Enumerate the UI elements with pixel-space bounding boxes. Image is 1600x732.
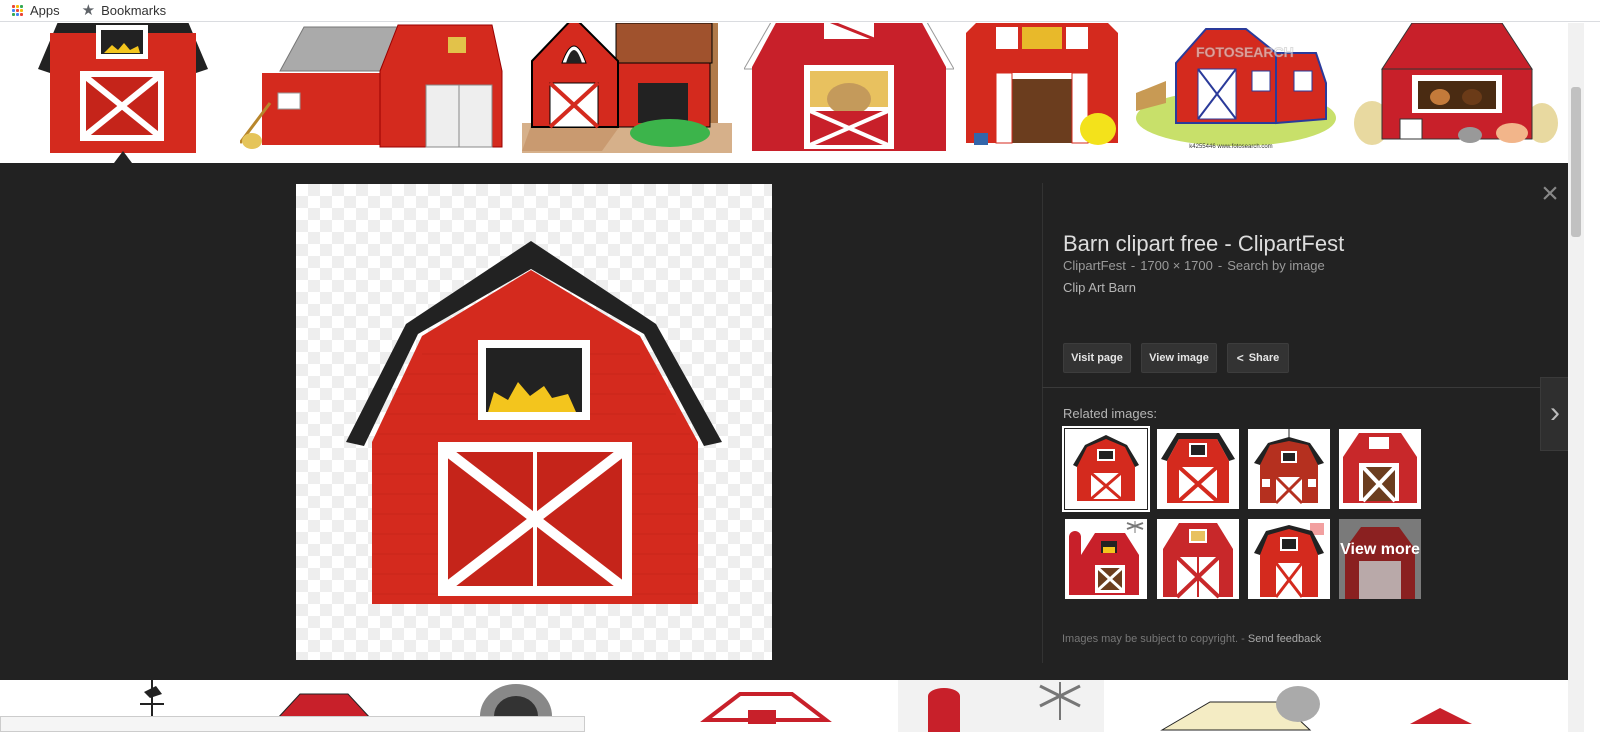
- related-image[interactable]: [1065, 519, 1147, 599]
- related-image[interactable]: [1062, 426, 1150, 512]
- share-label: Share: [1248, 352, 1280, 364]
- visit-page-button[interactable]: Visit page: [1063, 343, 1131, 373]
- status-url-bar: [0, 716, 585, 732]
- bookmarks-label: Bookmarks: [101, 3, 167, 18]
- results-strip-top: FOTOSEARCH k4255446 www.fotosearch.com: [0, 23, 1568, 163]
- svg-text:k4255446 www.fotosearch.com: k4255446 www.fotosearch.com: [1189, 144, 1272, 150]
- section-divider: [1042, 387, 1552, 388]
- apps-bookmark[interactable]: Apps: [12, 3, 60, 18]
- view-image-button[interactable]: View image: [1141, 343, 1217, 373]
- result-thumbnail[interactable]: [240, 23, 508, 153]
- apps-grid-icon: [12, 4, 24, 17]
- related-barn-image: [1161, 433, 1235, 503]
- result-thumbnail[interactable]: [1352, 23, 1562, 153]
- close-icon[interactable]: ×: [1536, 179, 1564, 209]
- related-barn-image: [1254, 429, 1324, 505]
- barn-with-shed-image: [240, 24, 503, 149]
- image-subtitle: Clip Art Barn: [1063, 280, 1136, 295]
- related-image[interactable]: [1248, 519, 1330, 599]
- bookmarks-folder[interactable]: ★ Bookmarks: [82, 3, 166, 18]
- result-thumbnail[interactable]: [522, 23, 732, 153]
- barn-with-animals-image: [1354, 23, 1558, 145]
- related-image[interactable]: [1157, 519, 1239, 599]
- selected-indicator: [114, 151, 132, 163]
- preview-image[interactable]: [296, 184, 772, 660]
- bookmarks-bar: Apps ★ Bookmarks: [0, 0, 1600, 22]
- copyright-text: Images may be subject to copyright.: [1062, 633, 1239, 645]
- separator: -: [1241, 633, 1248, 645]
- share-button[interactable]: < Share: [1227, 343, 1289, 373]
- chevron-right-icon[interactable]: ›: [1540, 377, 1570, 451]
- share-icon: <: [1236, 351, 1244, 365]
- weathervane-thumbnail: [140, 680, 164, 720]
- page-scrollbar[interactable]: [1568, 23, 1584, 732]
- result-thumbnail[interactable]: [966, 23, 1118, 153]
- result-thumbnail[interactable]: [744, 23, 954, 153]
- scrollbar-thumb[interactable]: [1571, 87, 1581, 237]
- barn-with-horse-image: [744, 23, 954, 151]
- copyright-notice: Images may be subject to copyright. - Se…: [1062, 633, 1321, 645]
- separator: -: [1130, 258, 1136, 273]
- image-detail-panel: × Barn clipart free - ClipartFest Clipar…: [0, 163, 1570, 680]
- related-image[interactable]: [1339, 429, 1421, 509]
- related-barn-image: [1163, 523, 1233, 599]
- source-name: ClipartFest: [1063, 258, 1126, 273]
- barn-thumbnail-image: [38, 23, 208, 153]
- search-by-image-link[interactable]: Search by image: [1227, 258, 1325, 273]
- view-more-label: View more: [1340, 541, 1420, 558]
- image-title: Barn clipart free - ClipartFest: [1063, 231, 1345, 256]
- image-dimensions: 1700 × 1700: [1140, 258, 1213, 273]
- related-image[interactable]: [1248, 429, 1330, 509]
- panel-divider: [1042, 183, 1043, 663]
- related-barn-image: [1073, 435, 1139, 501]
- result-thumbnail[interactable]: FOTOSEARCH k4255446 www.fotosearch.com: [1126, 23, 1336, 153]
- related-barn-image: [1254, 523, 1324, 598]
- view-more-tile[interactable]: View more: [1339, 519, 1421, 599]
- send-feedback-link[interactable]: Send feedback: [1248, 633, 1321, 645]
- related-image[interactable]: [1157, 429, 1239, 509]
- red-barn-image: [346, 241, 722, 604]
- small-barn-thumbnail: [1410, 708, 1472, 724]
- fotosearch-barn-image: FOTOSEARCH k4255446 www.fotosearch.com: [1136, 28, 1336, 150]
- related-barn-image: [1343, 433, 1417, 503]
- related-barn-image: [1345, 527, 1415, 599]
- star-icon: ★: [81, 2, 96, 19]
- related-barn-image: [1069, 521, 1144, 595]
- image-meta: ClipartFest -1700 × 1700- Search by image: [1063, 258, 1325, 273]
- result-thumbnail[interactable]: [38, 23, 208, 153]
- related-images-label: Related images:: [1063, 406, 1157, 421]
- svg-text:FOTOSEARCH: FOTOSEARCH: [1196, 44, 1294, 60]
- cartoon-barn-image: [522, 23, 732, 153]
- barn-open-doors-image: [966, 23, 1118, 145]
- apps-label: Apps: [30, 3, 60, 18]
- separator: -: [1217, 258, 1223, 273]
